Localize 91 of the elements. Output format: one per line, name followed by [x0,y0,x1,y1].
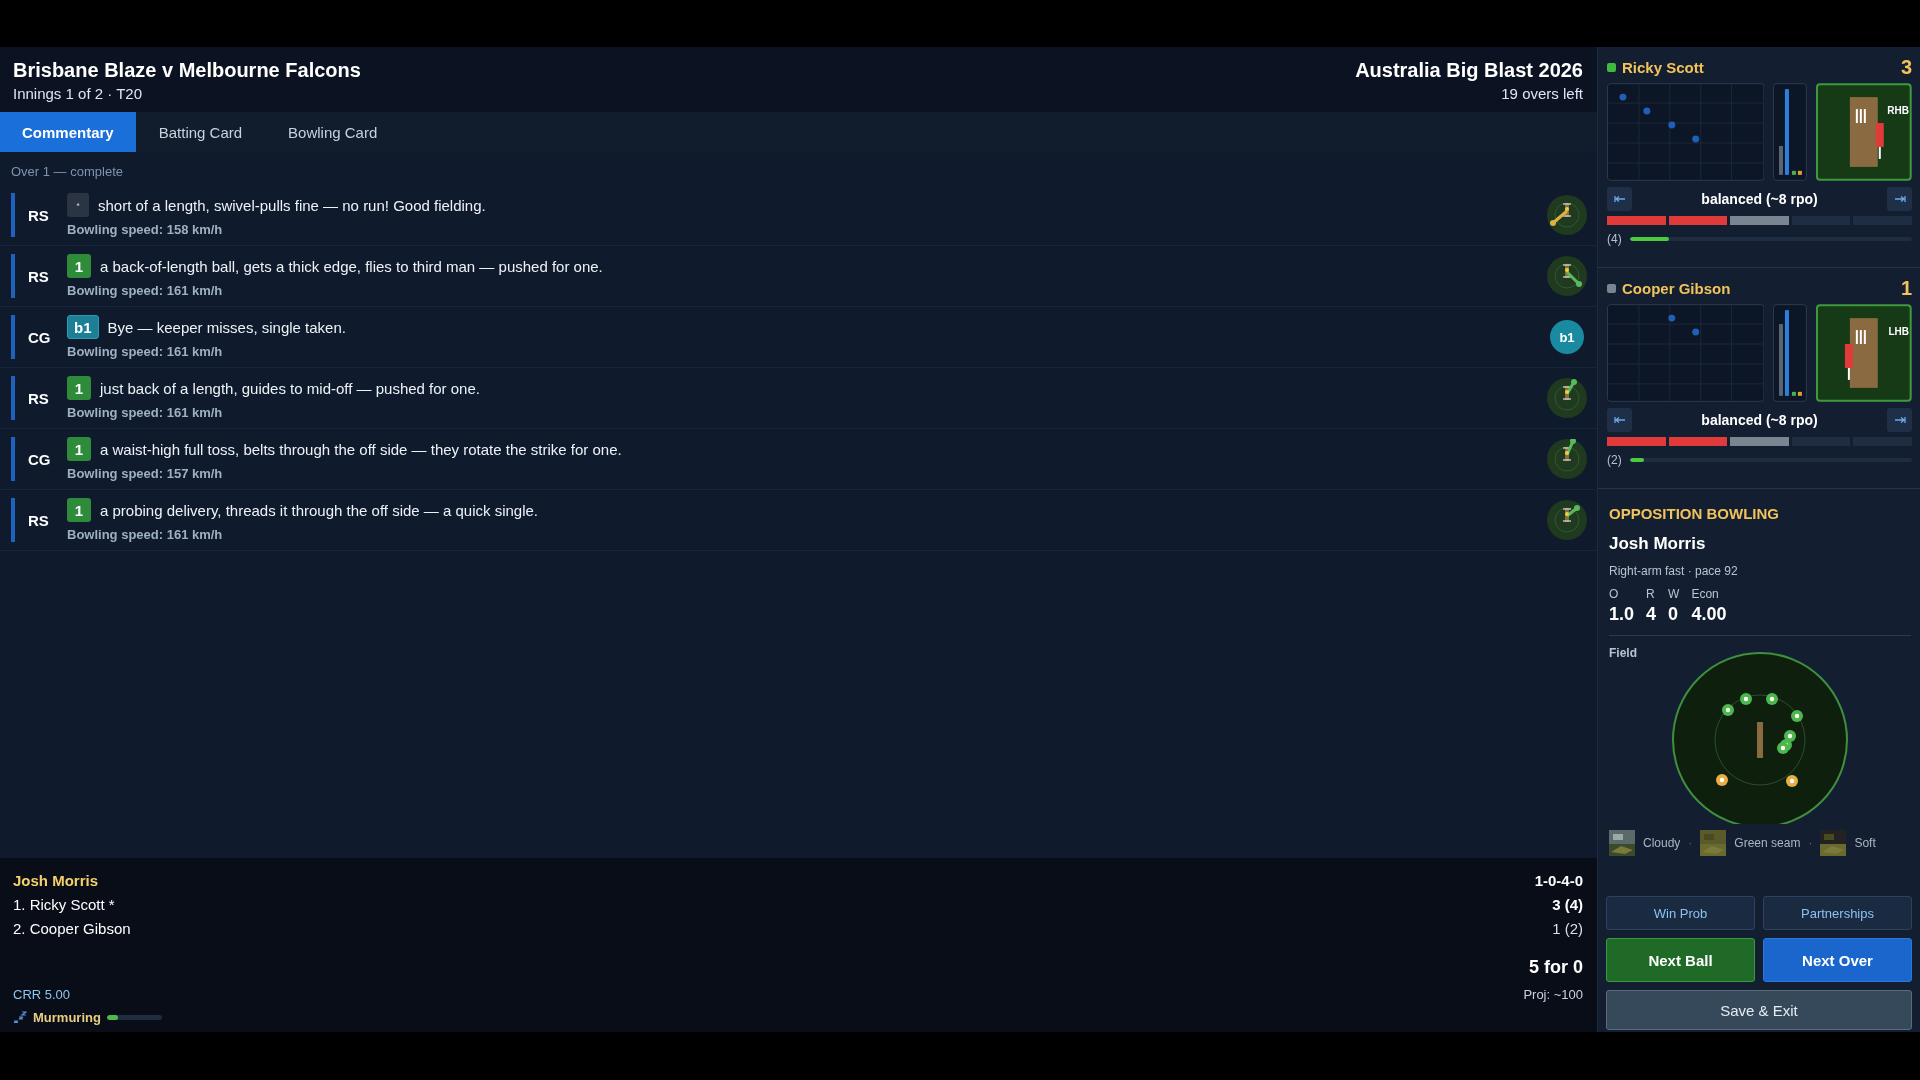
shot-dot [1668,314,1676,322]
batter-initials: RS [27,389,50,407]
runs-badge: 1 [67,437,91,461]
bowler-figures: 1-0-4-0 [1534,871,1583,889]
arrow-right-icon [1893,195,1906,203]
commentary-text: just back of a length, guides to mid-off — pushed for one. [100,379,480,397]
commentary-text: short of a length, swivel-pulls fine — no run! Good fielding. [98,196,486,214]
stat-value: 4 [1646,604,1657,625]
batting-mode: balanced (~8 rpo) [1701,412,1818,428]
bowler-name: Josh Morris [13,871,99,889]
panel-button[interactable]: Partnerships [1763,896,1912,930]
batter-initials: CG [27,328,52,346]
save-exit-button[interactable]: Save & Exit [1606,990,1912,1030]
commentary-text: a waist-high full toss, belts through the off side — they rotate the strike for one. [100,440,622,458]
commentary-text: a probing delivery, threads it through the off side — a quick single. [100,501,539,519]
stat-value: 1.0 [1609,604,1635,625]
overs-left: 19 overs left [1500,85,1583,102]
batter-initials: RS [27,511,50,529]
arrow-left-icon [1613,416,1626,424]
batter-score: 1 (2) [1552,919,1583,937]
condition-label: Green seam [1734,836,1801,850]
commentary-text: a back-of-length ball, gets a thick edge, flies to third man — pushed for one. [100,257,603,275]
tab[interactable]: Bowling Card [265,112,401,152]
batter-line: 2. Cooper Gibson [13,919,131,937]
commentary-text: Bye — keeper misses, single taken. [107,318,346,336]
batter-runs: 1 [1900,276,1912,300]
crowd-meter [106,1014,162,1020]
batter-name: Cooper Gibson [1622,279,1732,297]
tab[interactable]: Commentary [0,112,136,152]
arrow-left-icon [1613,195,1626,203]
separator-dot: · [1688,836,1693,850]
bowling-speed: Bowling speed: 158 km/h [67,222,224,237]
bowling-speed: Bowling speed: 161 km/h [67,344,224,359]
shot-dot [1692,135,1700,143]
shot-dot [1668,121,1676,129]
stat-label: R [1646,587,1656,601]
runs-badge: 1 [67,376,91,400]
next-mode-button[interactable] [1887,408,1912,432]
panel-button[interactable]: Win Prob [1606,896,1755,930]
tab[interactable]: Batting Card [135,112,266,152]
shot-dot [1619,93,1627,101]
batter-line: 1. Ricky Scott * [13,895,115,913]
stat-value: 0 [1668,604,1680,625]
competition-name: Australia Big Blast 2026 [1355,59,1583,82]
batter-initials: RS [27,267,50,285]
previous-mode-button[interactable] [1607,187,1632,211]
shot-dot [1692,328,1700,336]
runs-badge: 1 [67,254,91,278]
next-ball-button[interactable]: Next Ball [1606,938,1755,982]
batter-initials: RS [27,206,50,224]
sleep-icon [13,1011,27,1023]
section-heading: OPPOSITION BOWLING [1609,505,1780,522]
bye-marker: b1 [1550,320,1584,354]
match-title: Brisbane Blaze v Melbourne Falcons [13,59,361,82]
next-mode-button[interactable] [1887,187,1912,211]
projected-score: Proj: ~100 [1523,986,1583,1002]
over-label: Over 1 — complete [10,163,124,181]
batting-hand: RHB [1887,105,1909,116]
bye-badge: b1 [67,315,99,339]
dot-ball-badge: • [67,193,89,217]
bowling-speed: Bowling speed: 161 km/h [67,527,224,542]
batting-mode: balanced (~8 rpo) [1701,191,1818,207]
batter-name: Ricky Scott [1622,58,1705,76]
stat-label: Econ [1691,587,1720,601]
bowler-description: Right-arm fast · pace 92 [1609,564,1739,578]
bowler-name: Josh Morris [1609,534,1707,554]
crowd-mood: Murmuring [33,1009,101,1025]
condition-label: Soft [1854,836,1876,850]
bowling-speed: Bowling speed: 157 km/h [67,466,224,481]
balls-faced: (4) [1607,232,1622,246]
stat-label: W [1668,587,1680,601]
runs-badge: 1 [67,498,91,522]
field-label: Field [1609,646,1638,660]
bowling-speed: Bowling speed: 161 km/h [67,405,224,420]
bowling-speed: Bowling speed: 161 km/h [67,283,224,298]
shot-dot [1643,107,1651,115]
previous-mode-button[interactable] [1607,408,1632,432]
team-total: 5 for 0 [1528,956,1583,978]
batting-hand: LHB [1888,326,1909,337]
arrow-right-icon [1893,416,1906,424]
stat-label: O [1609,587,1620,601]
innings-info: Innings 1 of 2 · T20 [13,85,143,102]
run-rate: CRR 5.00 [13,986,71,1002]
batter-score: 3 (4) [1552,895,1583,913]
next-over-button[interactable]: Next Over [1763,938,1912,982]
balls-faced: (2) [1607,453,1622,467]
batter-initials: CG [27,450,52,468]
stat-value: 4.00 [1691,604,1727,625]
batter-runs: 3 [1900,55,1912,79]
condition-label: Cloudy [1643,836,1681,850]
separator-dot: · [1808,836,1813,850]
